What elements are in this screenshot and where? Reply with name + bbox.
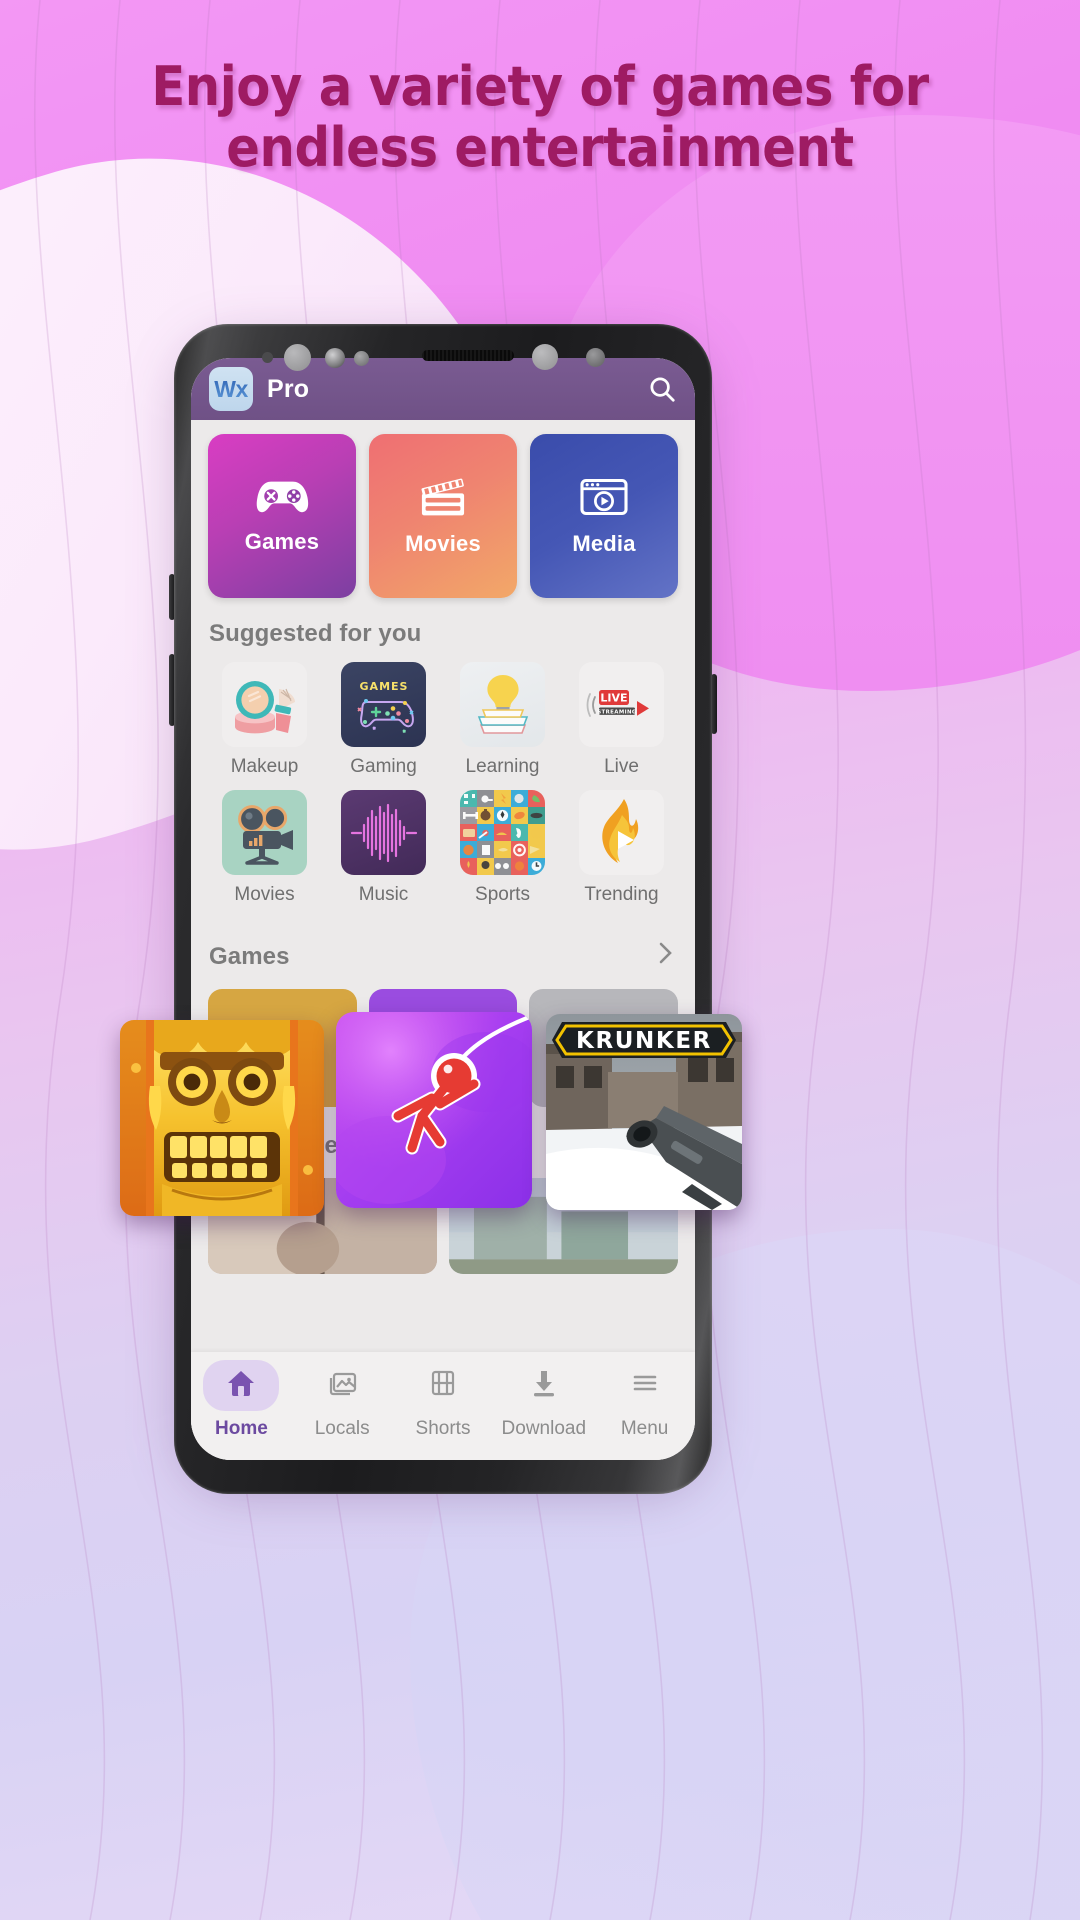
nav-label: Menu bbox=[620, 1418, 669, 1439]
suggested-title: Suggested for you bbox=[209, 620, 422, 647]
floating-game-card-temple-run[interactable] bbox=[120, 1020, 324, 1216]
headline: Enjoy a variety of games for endless ent… bbox=[43, 56, 1037, 178]
suggested-item-trending[interactable]: Trending bbox=[562, 788, 681, 916]
headline-line-2: endless entertainment bbox=[226, 116, 854, 180]
suggested-item-label: Makeup bbox=[230, 756, 299, 777]
nav-label: Shorts bbox=[415, 1418, 471, 1439]
suggested-item-label: Music bbox=[358, 884, 409, 905]
hamburger-icon bbox=[629, 1367, 661, 1404]
flame-play-icon bbox=[579, 790, 664, 875]
floating-game-card-stickman-hook[interactable] bbox=[336, 1012, 532, 1208]
download-pill bbox=[506, 1360, 582, 1411]
media-player-icon bbox=[577, 475, 631, 519]
suggested-item-music[interactable]: Music bbox=[324, 788, 443, 916]
phone-iris-scanner bbox=[325, 348, 345, 368]
gamepad-icon bbox=[253, 477, 311, 517]
waveform-icon bbox=[341, 790, 426, 875]
stickman-swing-art bbox=[336, 1012, 532, 1208]
film-icon bbox=[427, 1367, 459, 1404]
phone-front-camera bbox=[284, 344, 311, 371]
floating-game-cards: KRUNKER bbox=[0, 1010, 1080, 1222]
tile-media[interactable]: Media bbox=[530, 434, 678, 598]
phone-sensor-right bbox=[586, 348, 605, 367]
locals-pill bbox=[304, 1360, 380, 1411]
search-icon[interactable] bbox=[647, 374, 677, 404]
suggested-item-label: Learning bbox=[465, 756, 540, 777]
suggested-grid: Makeup GAMES Gaming Learning LIVE STREAM… bbox=[191, 660, 695, 916]
nav-label: Home bbox=[215, 1418, 268, 1439]
nav-label: Download bbox=[501, 1418, 587, 1439]
lightbulb-books-icon bbox=[460, 662, 545, 747]
app-bar: Wx Pro bbox=[191, 358, 695, 420]
suggested-item-learning[interactable]: Learning bbox=[443, 660, 562, 788]
suggested-item-label: Live bbox=[604, 756, 639, 777]
phone-screen: Wx Pro Games Movies Media Suggested for … bbox=[191, 358, 695, 1460]
home-icon bbox=[225, 1367, 257, 1404]
suggested-item-label: Trending bbox=[584, 884, 659, 905]
phone-mockup: Wx Pro Games Movies Media Suggested for … bbox=[169, 324, 717, 1494]
suggested-item-makeup[interactable]: Makeup bbox=[205, 660, 324, 788]
nav-label: Locals bbox=[314, 1418, 370, 1439]
app-title: Pro bbox=[267, 374, 310, 403]
tile-movies-label: Movies bbox=[405, 531, 481, 556]
app-logo: Wx bbox=[209, 367, 253, 411]
floating-game-card-krunker[interactable]: KRUNKER bbox=[546, 1014, 742, 1210]
neon-gamepad-icon: GAMES bbox=[341, 662, 426, 747]
svg-text:LIVE: LIVE bbox=[600, 691, 627, 704]
games-title: Games bbox=[209, 942, 290, 970]
tile-media-label: Media bbox=[572, 531, 636, 556]
suggested-item-live[interactable]: LIVE STREAMING Live bbox=[562, 660, 681, 788]
app-logo-text: Wx bbox=[214, 375, 248, 402]
phone-body: Wx Pro Games Movies Media Suggested for … bbox=[174, 324, 712, 1494]
tile-games-label: Games bbox=[244, 529, 320, 554]
makeup-icon bbox=[222, 662, 307, 747]
app-root: Wx Pro Games Movies Media Suggested for … bbox=[191, 358, 695, 1460]
phone-proximity-sensor bbox=[354, 351, 369, 366]
nav-item-shorts[interactable]: Shorts bbox=[393, 1360, 494, 1440]
phone-sensor-dot bbox=[262, 352, 273, 363]
shorts-pill bbox=[405, 1360, 481, 1411]
nav-item-home[interactable]: Home bbox=[191, 1360, 292, 1440]
photos-icon bbox=[326, 1367, 358, 1404]
phone-camera-secondary bbox=[532, 344, 558, 370]
nav-item-menu[interactable]: Menu bbox=[594, 1360, 695, 1440]
krunker-fps-art: KRUNKER bbox=[546, 1014, 742, 1210]
clapperboard-icon bbox=[415, 475, 471, 519]
sports-grid-icon bbox=[460, 790, 545, 875]
headline-line-1: Enjoy a variety of games for bbox=[151, 55, 929, 118]
suggested-item-label: Movies bbox=[234, 884, 295, 905]
suggested-item-movies[interactable]: Movies bbox=[205, 788, 324, 916]
suggested-item-label: Gaming bbox=[350, 756, 417, 777]
live-streaming-icon: LIVE STREAMING bbox=[579, 662, 664, 747]
menu-pill bbox=[607, 1360, 683, 1411]
tile-movies[interactable]: Movies bbox=[369, 434, 517, 598]
krunker-logo-text: KRUNKER bbox=[576, 1028, 712, 1054]
home-pill bbox=[203, 1360, 280, 1411]
chevron-right-icon[interactable] bbox=[655, 938, 677, 975]
svg-text:STREAMING: STREAMING bbox=[597, 709, 637, 715]
temple-idol-art bbox=[120, 1020, 324, 1216]
phone-earpiece-speaker bbox=[422, 350, 514, 361]
suggested-item-gaming[interactable]: GAMES Gaming bbox=[324, 660, 443, 788]
bottom-navigation: Home Locals Shorts Download Menu bbox=[191, 1352, 695, 1460]
film-projector-icon bbox=[222, 790, 307, 875]
download-icon bbox=[528, 1367, 560, 1404]
category-tiles: Games Movies Media bbox=[191, 420, 695, 598]
suggested-item-label: Sports bbox=[475, 884, 530, 905]
svg-text:GAMES: GAMES bbox=[359, 680, 408, 693]
nav-item-download[interactable]: Download bbox=[493, 1360, 594, 1440]
tile-games[interactable]: Games bbox=[208, 434, 356, 598]
suggested-item-sports[interactable]: Sports bbox=[443, 788, 562, 916]
nav-item-locals[interactable]: Locals bbox=[292, 1360, 393, 1440]
games-section-header: Games bbox=[191, 916, 695, 987]
